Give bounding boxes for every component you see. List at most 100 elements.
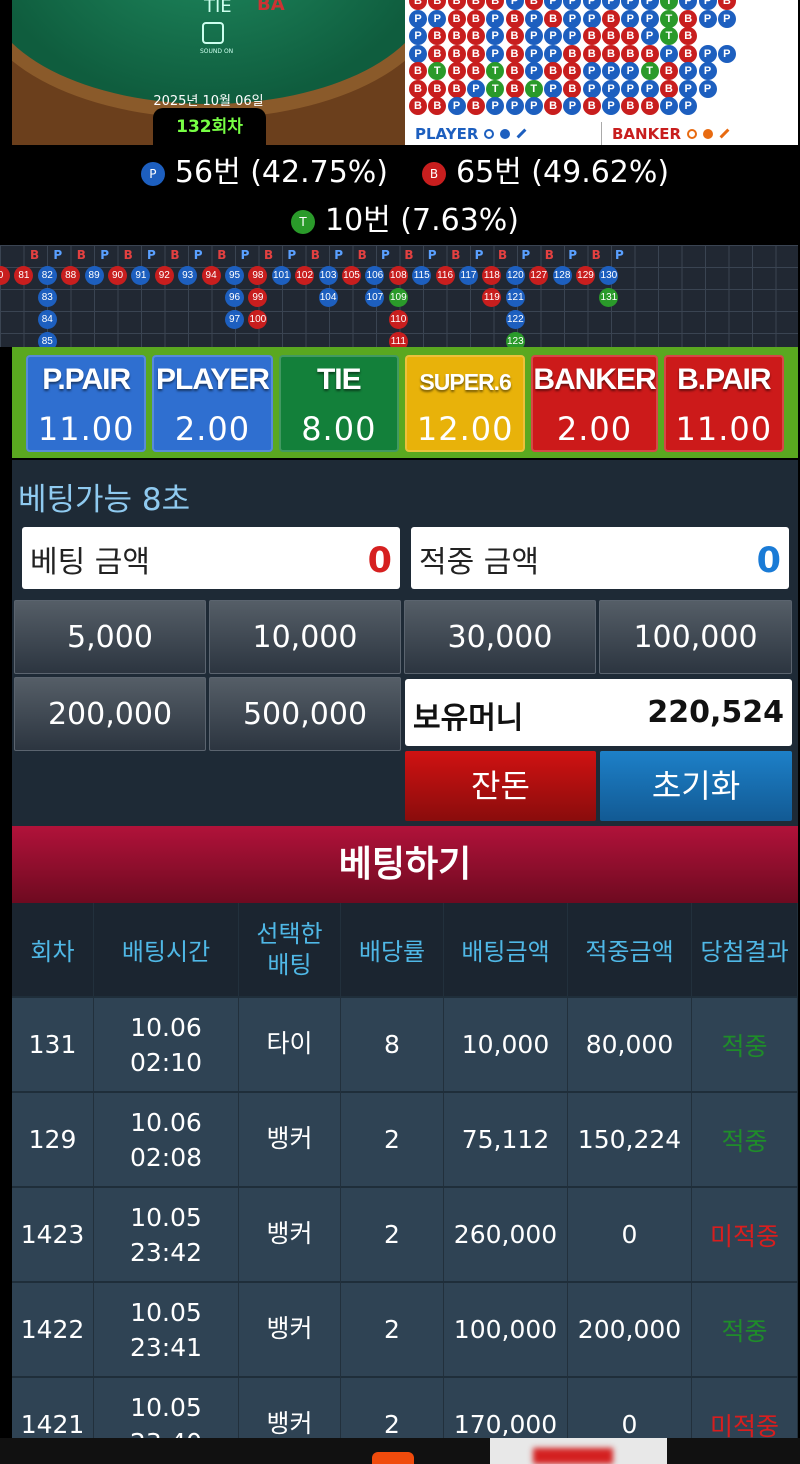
bet-cell: 10,000	[444, 998, 568, 1091]
history-column-label: P	[193, 248, 203, 262]
place-bet-button[interactable]: 베팅하기	[12, 826, 798, 903]
bet-cell: 260,000	[444, 1188, 568, 1281]
bead-cell: B	[679, 44, 698, 63]
bet-option-super-6-button[interactable]: SUPER.6 12.00	[404, 355, 526, 452]
bead-cell: P	[621, 0, 640, 10]
bead-cell: B	[466, 9, 485, 28]
slash-icon	[516, 128, 527, 139]
history-cell: 117	[459, 266, 478, 285]
table-row[interactable]: 1423 10.05 23:42 뱅커 2 260,000 0 미적중	[12, 1182, 798, 1281]
result-cell: 적중	[692, 1093, 798, 1186]
bead-cell: B	[505, 9, 524, 28]
bead-cell: B	[466, 97, 485, 115]
bead-cell: B	[447, 79, 466, 98]
history-column-label: P	[615, 248, 624, 262]
bead-cell: P	[486, 44, 505, 63]
banker-badge-icon: B	[422, 161, 446, 186]
round-number: 132회차	[176, 117, 243, 137]
win-cell: 0	[568, 1188, 692, 1281]
bead-cell: B	[679, 27, 698, 45]
bead-cell: P	[409, 44, 427, 63]
legend-banker-label: BANKER	[612, 124, 682, 143]
bet-cell: 75,112	[444, 1093, 568, 1186]
chip-10000-button[interactable]: 10,000	[209, 600, 401, 674]
bet-amount-box: 베팅 금액 0	[22, 527, 400, 589]
bet-option-label: PLAYER	[156, 363, 270, 396]
history-cell: 82	[37, 266, 57, 285]
bead-cell: P	[640, 9, 659, 28]
bead-cell: B	[466, 44, 485, 63]
chip-30000-button[interactable]: 30,000	[404, 600, 596, 674]
bet-option-odds: 11.00	[37, 410, 135, 448]
game-table: TIE BA SOUND ON 2025년 10월 06일 132회차	[12, 0, 405, 145]
sound-icon[interactable]	[202, 22, 224, 44]
ring-icon	[484, 128, 495, 139]
odds-cell: 2	[341, 1093, 444, 1186]
bet-option-p-pair-button[interactable]: P.PAIR 11.00	[26, 355, 147, 452]
bottom-tab-icon[interactable]	[372, 1452, 414, 1464]
table-row[interactable]: 1422 10.05 23:41 뱅커 2 100,000 200,000 적중	[12, 1277, 798, 1376]
bet-time-cell: 10.05 23:40	[94, 1378, 239, 1438]
bead-cell: P	[640, 79, 659, 98]
chip-500000-button[interactable]: 500,000	[209, 677, 401, 751]
history-column-label: B	[544, 248, 554, 262]
bet-option-tie-button[interactable]: TIE 8.00	[278, 355, 399, 452]
history-cell: 89	[84, 266, 104, 285]
history-column-label: P	[147, 248, 156, 262]
bead-cell: B	[524, 0, 543, 10]
bet-timer: 베팅가능 8초	[18, 482, 191, 518]
banker-stat: B 65번 (49.62%)	[422, 147, 669, 191]
win-amount-value: 0	[756, 541, 781, 581]
sound-label: SOUND ON	[200, 48, 234, 55]
bet-time: 23:40	[130, 1428, 202, 1439]
bead-cell: B	[505, 27, 524, 45]
bead-cell: P	[582, 62, 601, 80]
player-stat: P 56번 (42.75%)	[140, 147, 388, 191]
reset-button[interactable]: 초기화	[600, 751, 792, 821]
legend-player-label: PLAYER	[415, 124, 479, 143]
bead-cell: P	[698, 79, 717, 98]
table-row[interactable]: 1421 10.05 23:40 뱅커2170,0000미적중	[12, 1372, 798, 1438]
result-cell: 적중	[692, 998, 798, 1091]
bet-option-banker-button[interactable]: BANKER 2.00	[531, 355, 658, 452]
table-row[interactable]: 131 10.06 02:10 타이 8 10,000 80,000 적중	[12, 992, 798, 1091]
history-cell: 94	[201, 266, 221, 285]
bead-cell: P	[602, 79, 620, 98]
history-column-label: B	[357, 248, 367, 262]
bet-option-b-pair-button[interactable]: B.PAIR 11.00	[663, 355, 784, 452]
bead-cell: P	[602, 97, 620, 115]
history-column-label: B	[498, 248, 508, 262]
chip-100000-button[interactable]: 100,000	[599, 600, 792, 674]
history-cell: 85	[37, 332, 57, 347]
chip-5000-button[interactable]: 5,000	[14, 600, 206, 674]
bead-cell: B	[409, 0, 427, 10]
bead-cell: B	[428, 44, 447, 63]
bead-cell: B	[679, 9, 698, 28]
history-cell: 92	[154, 266, 174, 285]
blurred-image	[533, 1448, 613, 1464]
bead-cell: B	[640, 44, 659, 63]
win-cell: 80,000	[568, 998, 692, 1091]
pick-cell: 뱅커	[239, 1087, 341, 1186]
change-button[interactable]: 잔돈	[405, 751, 596, 821]
bead-cell: P	[524, 27, 543, 45]
chip-200000-button[interactable]: 200,000	[14, 677, 206, 751]
dot-icon	[500, 128, 511, 139]
history-column-label: P	[521, 248, 531, 262]
app-root: TIE BA SOUND ON 2025년 10월 06일 132회차 BBBB…	[0, 0, 800, 1464]
balance-value: 220,524	[647, 695, 784, 730]
bead-cell: P	[409, 9, 427, 28]
bead-cell: B	[621, 44, 640, 63]
bet-option-odds: 11.00	[675, 410, 773, 448]
odds-cell: 8	[341, 998, 444, 1091]
history-cell: 111	[388, 332, 408, 347]
bead-cell: P	[563, 9, 582, 28]
bet-option-odds: 8.00	[301, 410, 377, 448]
table-row[interactable]: 129 10.06 02:08 뱅커 2 75,112 150,224 적중	[12, 1087, 798, 1186]
tie-stat: T 10번 (7.63%)	[290, 195, 519, 239]
bet-time: 23:42	[129, 1237, 203, 1267]
bead-cell: B	[621, 27, 640, 45]
slash-icon	[719, 128, 730, 139]
bet-option-player-button[interactable]: PLAYER 2.00	[152, 355, 273, 452]
bead-cell: B	[447, 9, 466, 28]
